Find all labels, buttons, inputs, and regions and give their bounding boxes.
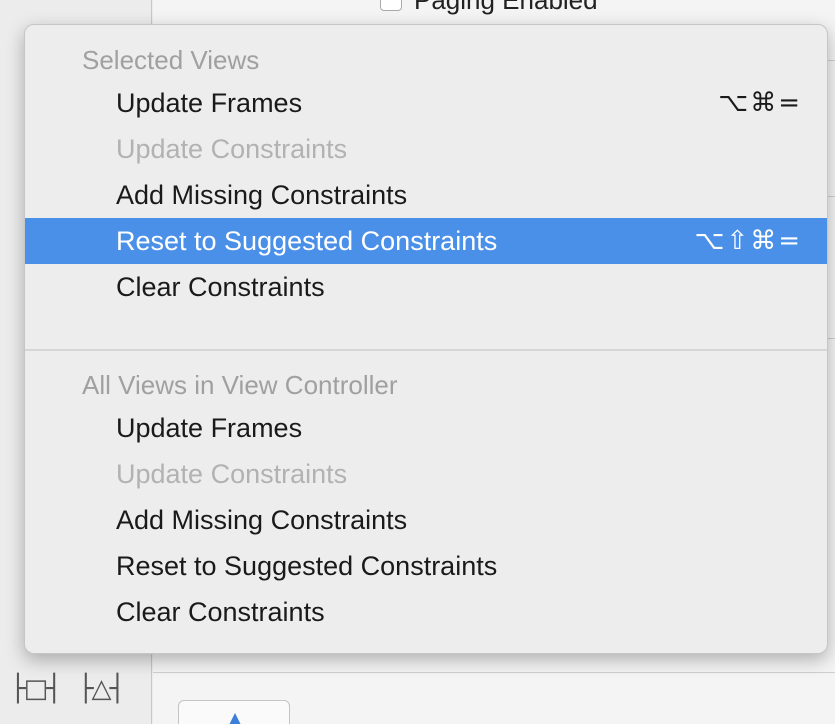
paging-enabled-label: Paging Enabled	[414, 0, 598, 16]
menu-item-label: Update Constraints	[116, 134, 348, 164]
menu-separator	[25, 349, 827, 351]
menu-section-all-views: All Views in View Controller Update Fram…	[25, 365, 827, 635]
menu-item-clear-constraints[interactable]: Clear Constraints	[25, 589, 827, 635]
menu-item-label: Clear Constraints	[116, 597, 325, 627]
bottom-button[interactable]	[178, 700, 290, 724]
pin-icon[interactable]: ├△┤	[78, 676, 125, 702]
menu-item-update-frames[interactable]: Update Frames	[25, 405, 827, 451]
menu-item-clear-constraints[interactable]: Clear Constraints	[25, 264, 827, 310]
paging-enabled-checkbox[interactable]	[380, 0, 402, 11]
section-header: All Views in View Controller	[82, 370, 398, 400]
divider	[153, 672, 835, 673]
menu-item-label: Reset to Suggested Constraints	[116, 551, 498, 581]
menu-item-label: Update Constraints	[116, 459, 348, 489]
menu-item-update-frames[interactable]: Update Frames ⌥⌘=	[25, 80, 827, 126]
section-header: Selected Views	[82, 45, 260, 75]
menu-item-label: Update Frames	[116, 413, 303, 443]
keyboard-shortcut: ⌥⇧⌘=	[694, 226, 802, 256]
menu-item-label: Reset to Suggested Constraints	[116, 226, 498, 256]
arrow-up-icon	[229, 713, 241, 724]
menu-item-add-missing-constraints[interactable]: Add Missing Constraints	[25, 172, 827, 218]
menu-item-update-constraints: Update Constraints	[25, 451, 827, 497]
xcode-window: Paging Enabled ├□┤ ├△┤ Selected Views Up…	[0, 0, 835, 724]
menu-item-label: Update Frames	[116, 88, 303, 118]
menu-item-label: Add Missing Constraints	[116, 505, 408, 535]
menu-item-update-constraints: Update Constraints	[25, 126, 827, 172]
menu-item-label: Add Missing Constraints	[116, 180, 408, 210]
menu-item-reset-to-suggested-constraints[interactable]: Reset to Suggested Constraints	[25, 543, 827, 589]
paging-enabled-row[interactable]: Paging Enabled	[380, 0, 598, 16]
align-icon[interactable]: ├□┤	[10, 676, 62, 702]
keyboard-shortcut: ⌥⌘=	[718, 88, 802, 118]
menu-section-selected-views: Selected Views Update Frames ⌥⌘= Update …	[25, 40, 827, 310]
resolve-auto-layout-menu: Selected Views Update Frames ⌥⌘= Update …	[24, 24, 828, 654]
menu-item-reset-to-suggested-constraints[interactable]: Reset to Suggested Constraints ⌥⇧⌘=	[25, 218, 827, 264]
menu-item-label: Clear Constraints	[116, 272, 325, 302]
layout-toolbar: ├□┤ ├△┤	[10, 676, 125, 702]
menu-item-add-missing-constraints[interactable]: Add Missing Constraints	[25, 497, 827, 543]
